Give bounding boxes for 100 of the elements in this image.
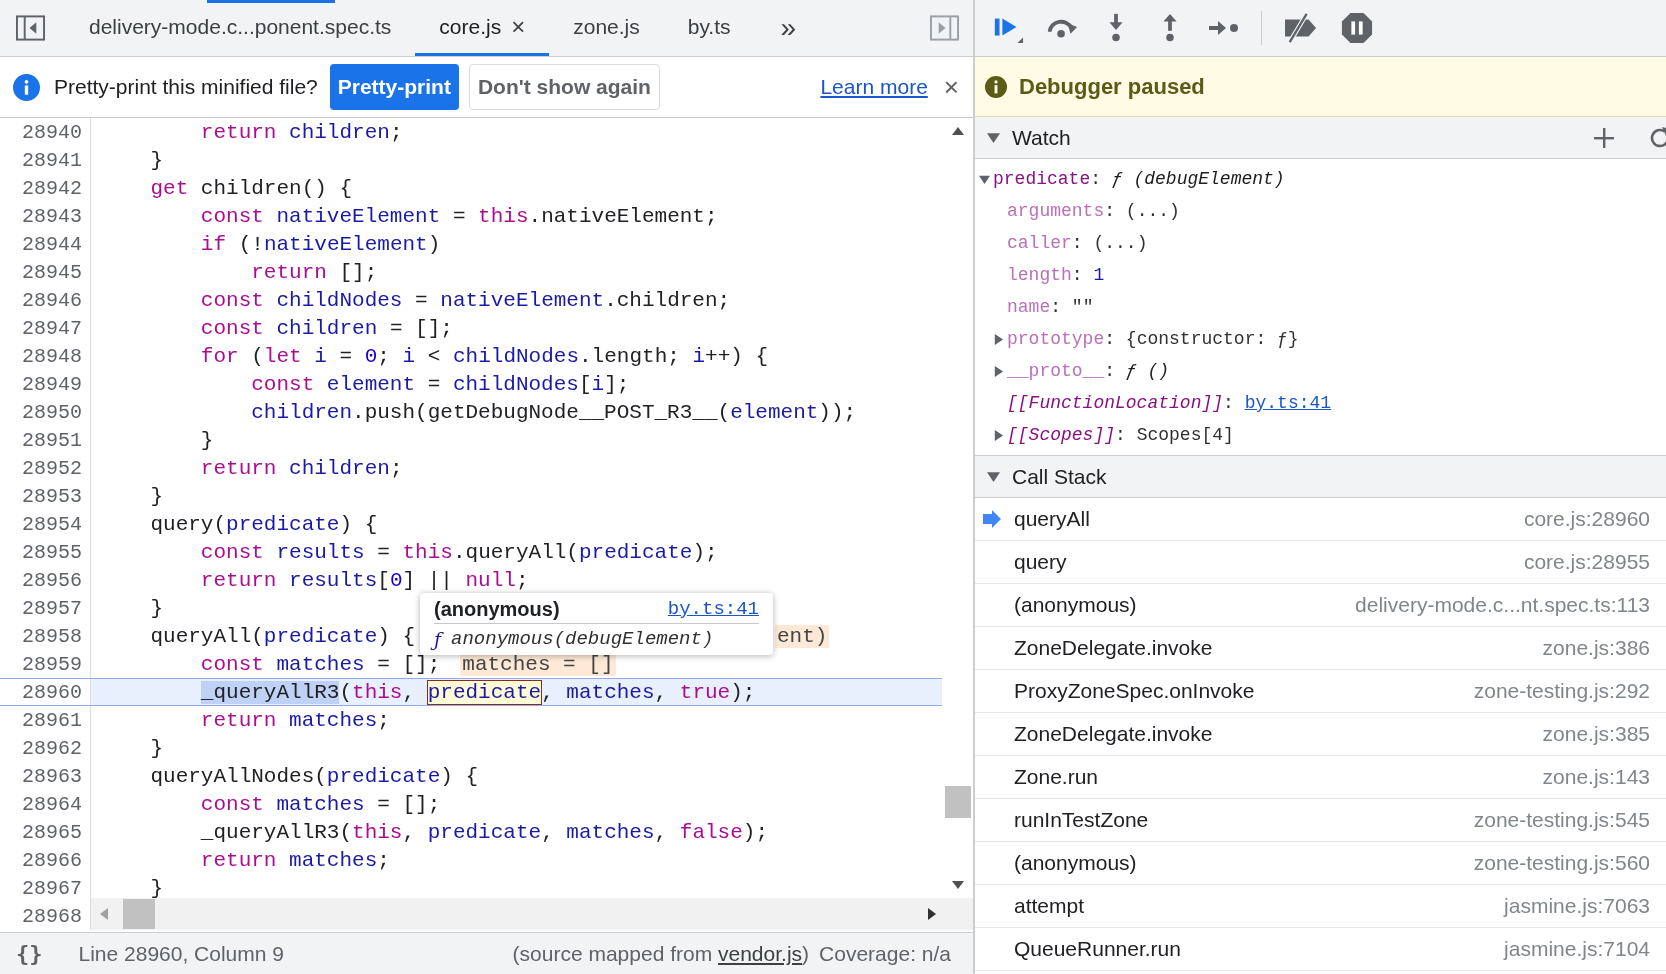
learn-more-link[interactable]: Learn more: [820, 75, 928, 99]
code-line: _queryAllR3(this, predicate, matches, true);: [199, 680, 756, 704]
frame-location[interactable]: core.js:28955: [1523, 550, 1650, 574]
code-line: const results = this.queryAll(predicate);: [199, 540, 718, 564]
code-line: }: [149, 148, 164, 172]
pretty-print-button[interactable]: Pretty-print: [329, 64, 459, 110]
call-frame[interactable]: ProxyZoneSpec.onInvoke zone-testing.js:292: [975, 670, 1666, 713]
file-tab[interactable]: delivery-mode.c...ponent.spec.ts: [65, 0, 416, 56]
frame-location[interactable]: core.js:28960: [1523, 507, 1650, 531]
expanded-arrow-icon[interactable]: [987, 131, 1000, 144]
close-button[interactable]: ×: [943, 71, 959, 103]
code-line: return matches;: [199, 708, 390, 732]
frame-location[interactable]: zone.js:143: [1542, 765, 1650, 789]
call-frame[interactable]: queryAll core.js:28960: [975, 498, 1666, 541]
call-frame[interactable]: runInTestZone zone-testing.js:545: [975, 799, 1666, 842]
call-frame[interactable]: ZoneDelegate.invoke zone.js:386: [975, 627, 1666, 670]
section-header[interactable]: Watch: [975, 117, 1666, 159]
tab-label[interactable]: zone.js: [573, 14, 640, 39]
expanded-arrow-icon[interactable]: [979, 173, 990, 185]
call-frame[interactable]: Zone.run zone.js:143: [975, 756, 1666, 799]
watch-property: __proto__: ƒ (): [1007, 361, 1170, 381]
horizontal-scrollbar[interactable]: [91, 898, 973, 930]
frame-location[interactable]: jasmine.js:7104: [1504, 937, 1650, 961]
code-line: queryAll(predicate) {: [149, 624, 416, 648]
code-line: get children() {: [149, 176, 353, 200]
frame-name: ZoneDelegate.invoke: [1014, 722, 1213, 746]
watch-property: predicate: ƒ (debugElement): [993, 169, 1285, 189]
source-link[interactable]: vendor.js: [718, 941, 803, 965]
cursor-position: Line 28960, Column 9: [78, 941, 284, 966]
add-icon[interactable]: [1592, 125, 1616, 150]
tab-label[interactable]: by.ts: [687, 14, 731, 39]
sidebar-toggle-icon[interactable]: [930, 15, 959, 41]
code-line: }: [149, 596, 164, 620]
frame-location[interactable]: zone-testing.js:545: [1473, 808, 1650, 832]
watch-property: caller: (...): [1007, 233, 1148, 253]
tab-label[interactable]: delivery-mode.c...ponent.spec.ts: [89, 14, 392, 39]
source-link[interactable]: by.ts:41: [1244, 393, 1332, 413]
sidebar-toggle-icon[interactable]: [16, 15, 45, 41]
frame-name: queryAll: [1014, 507, 1090, 531]
collapsed-arrow-icon[interactable]: [993, 365, 1004, 377]
scroll-thumb[interactable]: [944, 786, 971, 818]
frame-name: (anonymous): [1014, 851, 1137, 875]
frame-location[interactable]: jasmine.js:7063: [1504, 894, 1650, 918]
expanded-arrow-icon[interactable]: [987, 470, 1000, 483]
tooltip-title: (anonymous): [434, 597, 560, 621]
frame-location[interactable]: delivery-mode.c...nt.spec.ts:113: [1355, 593, 1650, 617]
frame-name: query: [1014, 550, 1067, 574]
frame-name: ProxyZoneSpec.onInvoke: [1014, 679, 1255, 703]
file-tab[interactable]: by.ts: [663, 0, 755, 56]
code-line: const childNodes = nativeElement.children;: [199, 288, 731, 312]
coverage-label: Coverage: n/a: [819, 941, 951, 966]
scroll-up-icon[interactable]: [950, 126, 965, 136]
code-line: const children = [];: [199, 316, 453, 340]
format-button[interactable]: {}: [16, 941, 43, 966]
scroll-thumb[interactable]: [123, 899, 155, 929]
file-tab[interactable]: zone.js: [549, 0, 664, 56]
more-tabs-button[interactable]: »: [754, 0, 823, 56]
source-link[interactable]: by.ts:41: [667, 598, 759, 620]
tab-label[interactable]: core.js: [439, 14, 502, 39]
code-line: const element = childNodes[i];: [250, 372, 630, 396]
call-frame[interactable]: query core.js:28955: [975, 541, 1666, 584]
file-tab[interactable]: core.js ×: [415, 0, 550, 56]
watch-property: [[FunctionLocation]]: by.ts:41: [1007, 393, 1332, 413]
code-line: const matches = [];: [199, 652, 441, 676]
pause-icon[interactable]: [1340, 12, 1374, 44]
inline-value: ent): [775, 624, 830, 648]
function-signature: anonymous(debugElement): [451, 628, 714, 650]
frame-location[interactable]: zone-testing.js:560: [1473, 851, 1650, 875]
call-frame[interactable]: QueueRunner.run jasmine.js:7104: [975, 928, 1666, 971]
code-line: return matches;: [199, 848, 390, 872]
frame-location[interactable]: zone.js:385: [1542, 722, 1650, 746]
frame-name: QueueRunner.run: [1014, 937, 1181, 961]
close-tab-button[interactable]: ×: [511, 14, 526, 39]
watch-property: arguments: (...): [1007, 201, 1180, 221]
info-message: Pretty-print this minified file?: [54, 75, 318, 99]
collapsed-arrow-icon[interactable]: [993, 429, 1004, 441]
code-line: }: [149, 876, 164, 900]
call-frame[interactable]: attempt jasmine.js:7063: [975, 885, 1666, 928]
frame-name: attempt: [1014, 894, 1085, 918]
code-line: return [];: [250, 260, 378, 284]
frame-location[interactable]: zone.js:386: [1542, 636, 1650, 660]
call-frame[interactable]: ZoneDelegate.invoke zone.js:385: [975, 713, 1666, 756]
section-header[interactable]: Call Stack: [975, 456, 1666, 498]
code-line: queryAllNodes(predicate) {: [149, 764, 479, 788]
call-frame[interactable]: (anonymous) zone-testing.js:560: [975, 842, 1666, 885]
watch-property: [[Scopes]]: Scopes[4]: [1007, 425, 1234, 445]
collapsed-arrow-icon[interactable]: [993, 333, 1004, 345]
refresh-icon[interactable]: [1648, 125, 1666, 150]
code-line: }: [199, 428, 214, 452]
frame-name: Zone.run: [1014, 765, 1099, 789]
scroll-down-icon[interactable]: [950, 880, 965, 890]
current-frame-arrow-icon: [983, 510, 1001, 528]
call-frame[interactable]: (anonymous) delivery-mode.c...nt.spec.ts:113: [975, 584, 1666, 627]
dont-show-again-button[interactable]: Don't show again: [468, 64, 660, 110]
code-line: }: [149, 736, 164, 760]
paused-message: Debugger paused: [1019, 73, 1205, 100]
scroll-right-icon[interactable]: [927, 907, 937, 921]
frame-name: ZoneDelegate.invoke: [1014, 636, 1213, 660]
frame-location[interactable]: zone-testing.js:292: [1473, 679, 1650, 703]
watch-property: prototype: {constructor: ƒ}: [1007, 329, 1299, 349]
